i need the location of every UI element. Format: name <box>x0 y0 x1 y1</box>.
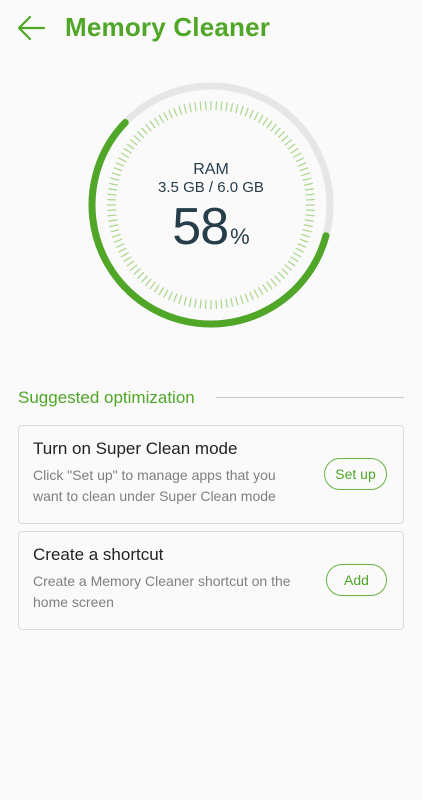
ram-gauge: RAM 3.5 GB / 6.0 GB 58% <box>86 80 336 330</box>
back-button[interactable] <box>14 12 48 46</box>
card-shortcut: Create a shortcut Create a Memory Cleane… <box>18 531 404 630</box>
ram-label: RAM <box>193 161 229 178</box>
ram-percent: 58% <box>86 197 336 257</box>
page-title: Memory Cleaner <box>65 12 271 42</box>
percent-sign: % <box>230 224 250 249</box>
section-title: Suggested optimization <box>18 388 195 407</box>
ram-usage-text: 3.5 GB / 6.0 GB <box>158 179 264 196</box>
card-title: Create a shortcut <box>33 545 164 564</box>
top-bar: Memory Cleaner <box>0 0 422 60</box>
card-description: Create a Memory Cleaner shortcut on the … <box>33 573 291 610</box>
add-button[interactable]: Add <box>326 564 387 596</box>
set-up-button[interactable]: Set up <box>324 458 387 490</box>
arrow-left-icon <box>17 15 46 41</box>
ram-percent-value: 58 <box>172 198 229 256</box>
section-divider <box>216 397 404 398</box>
card-super-clean: Turn on Super Clean mode Click "Set up" … <box>18 425 404 524</box>
section-header: Suggested optimization <box>18 388 404 410</box>
card-description: Click "Set up" to manage apps that you w… <box>33 467 276 504</box>
card-title: Turn on Super Clean mode <box>33 439 238 458</box>
